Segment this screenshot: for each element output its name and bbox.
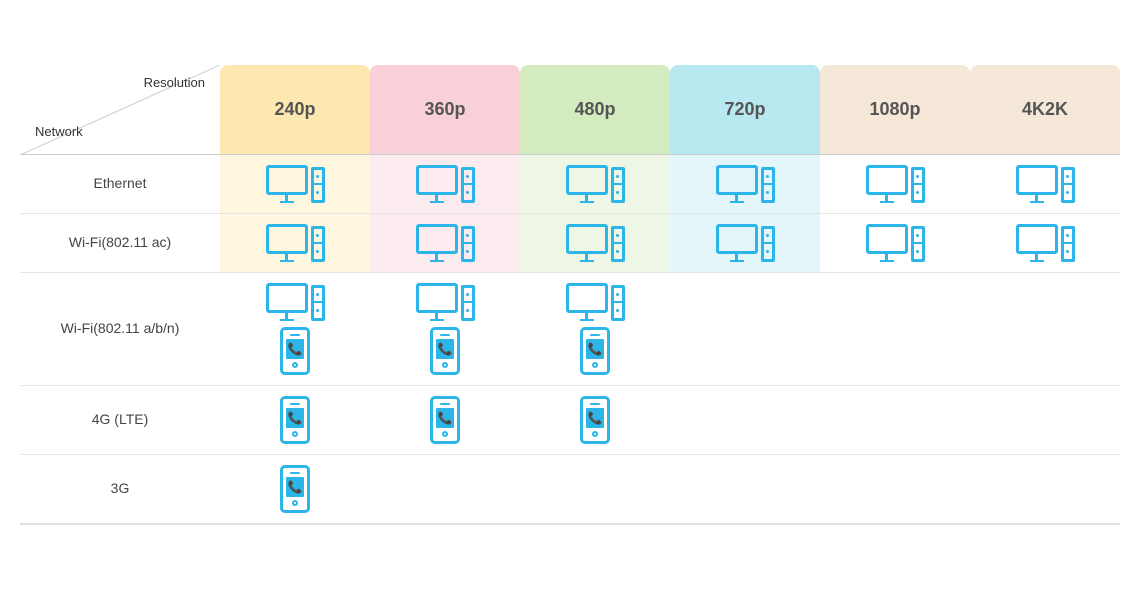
phone-icon: 📞 [430, 327, 460, 375]
desktop-icon [416, 224, 475, 262]
cell-wifiac-1080p [820, 214, 970, 273]
cell-3g-240p: 📞 [220, 455, 370, 524]
cell-wifiac-240p [220, 214, 370, 273]
desktop-icon [566, 283, 625, 321]
cell-wifiac-480p [520, 214, 670, 273]
desktop-icon [1016, 224, 1075, 262]
cell-ethernet-240p [220, 155, 370, 214]
grid: Resolution Network 240p 360p 480p 720p 1… [20, 65, 1120, 525]
col-header-480p: 480p [520, 65, 670, 155]
desktop-icon [566, 224, 625, 262]
cell-3g-480p [520, 455, 670, 524]
cell-wifiac-360p [370, 214, 520, 273]
row-label-ethernet: Ethernet [20, 155, 220, 214]
row-label-wifi-abn: Wi-Fi (802.11 a/b/n) [20, 273, 220, 386]
cell-wifiac-4k2k [970, 214, 1120, 273]
cell-wifiabn-360p: 📞 [370, 273, 520, 386]
resolution-label: Resolution [144, 75, 205, 90]
cell-4glte-1080p [820, 386, 970, 455]
phone-icon: 📞 [280, 396, 310, 444]
cell-4glte-720p [670, 386, 820, 455]
network-label: Network [35, 124, 83, 139]
row-label-3g: 3G [20, 455, 220, 524]
col-header-1080p: 1080p [820, 65, 970, 155]
desktop-icon [266, 283, 325, 321]
desktop-icon [416, 283, 475, 321]
cell-3g-360p [370, 455, 520, 524]
phone-icon: 📞 [580, 396, 610, 444]
cell-4glte-240p: 📞 [220, 386, 370, 455]
desktop-icon [716, 224, 775, 262]
chart-container: Resolution Network 240p 360p 480p 720p 1… [20, 65, 1120, 525]
desktop-icon [866, 224, 925, 262]
row-label-4glte: 4G (LTE) [20, 386, 220, 455]
cell-3g-720p [670, 455, 820, 524]
cell-4glte-4k2k [970, 386, 1120, 455]
cell-ethernet-360p [370, 155, 520, 214]
cell-wifiabn-240p: 📞 [220, 273, 370, 386]
cell-4glte-360p: 📞 [370, 386, 520, 455]
cell-ethernet-720p [670, 155, 820, 214]
cell-ethernet-480p [520, 155, 670, 214]
cell-wifiabn-1080p [820, 273, 970, 386]
col-header-360p: 360p [370, 65, 520, 155]
desktop-icon [266, 224, 325, 262]
cell-ethernet-4k2k [970, 155, 1120, 214]
desktop-icon [266, 165, 325, 203]
cell-ethernet-1080p [820, 155, 970, 214]
cell-3g-1080p [820, 455, 970, 524]
desktop-icon [416, 165, 475, 203]
row-label-wifi-ac: Wi-Fi (802.11 ac) [20, 214, 220, 273]
cell-wifiabn-4k2k [970, 273, 1120, 386]
desktop-icon [566, 165, 625, 203]
cell-4glte-480p: 📞 [520, 386, 670, 455]
cell-wifiac-720p [670, 214, 820, 273]
desktop-icon [716, 165, 775, 203]
desktop-icon [1016, 165, 1075, 203]
col-header-4k2k: 4K2K [970, 65, 1120, 155]
col-header-240p: 240p [220, 65, 370, 155]
cell-wifiabn-720p [670, 273, 820, 386]
phone-icon: 📞 [280, 465, 310, 513]
col-header-720p: 720p [670, 65, 820, 155]
desktop-icon [866, 165, 925, 203]
phone-icon: 📞 [580, 327, 610, 375]
cell-3g-4k2k [970, 455, 1120, 524]
phone-icon: 📞 [430, 396, 460, 444]
phone-icon: 📞 [280, 327, 310, 375]
cell-wifiabn-480p: 📞 [520, 273, 670, 386]
corner-cell: Resolution Network [20, 65, 220, 155]
